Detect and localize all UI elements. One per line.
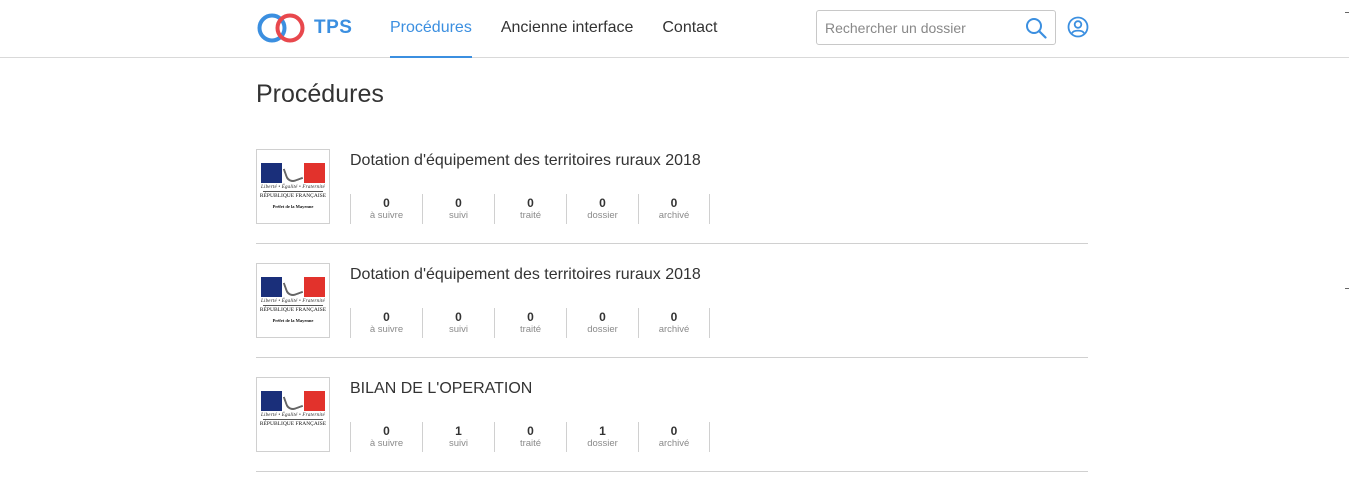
marianne-logo: Liberté • Égalité • Fraternité RÉPUBLIQU… bbox=[256, 377, 330, 452]
stat-label: archivé bbox=[658, 210, 690, 221]
stat-value: 0 bbox=[455, 196, 462, 210]
marianne-icon bbox=[261, 277, 325, 297]
search-box bbox=[816, 10, 1056, 45]
stat-label: dossier bbox=[587, 438, 618, 449]
procedure-item[interactable]: Liberté • Égalité • Fraternité RÉPUBLIQU… bbox=[256, 244, 1088, 358]
stat-label: archivé bbox=[658, 438, 690, 449]
stat-value: 0 bbox=[527, 424, 534, 438]
stat-dossier[interactable]: 0 dossier bbox=[566, 194, 638, 224]
logo-divider bbox=[263, 191, 323, 192]
logo-motto: Liberté • Égalité • Fraternité bbox=[261, 185, 325, 190]
stat-label: à suivre bbox=[369, 324, 404, 335]
top-header: TPS Procédures Ancienne interface Contac… bbox=[0, 0, 1349, 58]
stat-label: dossier bbox=[587, 210, 618, 221]
tps-logo-icon bbox=[257, 13, 305, 43]
stat-value: 0 bbox=[670, 196, 678, 210]
stat-label: traité bbox=[519, 210, 542, 221]
procedure-stats: 0à suivre 0 suivi 0 traité 0 dossier 0 archi… bbox=[350, 194, 710, 224]
brand-name: TPS bbox=[314, 17, 353, 38]
logo-divider bbox=[263, 305, 323, 306]
stat-archive[interactable]: 0 archivé bbox=[638, 422, 710, 452]
stat-a-suivre[interactable]: 0à suivre bbox=[350, 308, 422, 338]
logo-prefet: Préfet de la Mayenne bbox=[272, 318, 314, 323]
user-circle-icon[interactable] bbox=[1067, 16, 1089, 38]
stat-value: 0 bbox=[383, 424, 390, 438]
stat-label: à suivre bbox=[369, 438, 404, 449]
stat-suivi[interactable]: 0 suivi bbox=[422, 194, 494, 224]
marianne-logo: Liberté • Égalité • Fraternité RÉPUBLIQU… bbox=[256, 149, 330, 224]
logo-motto: Liberté • Égalité • Fraternité bbox=[261, 413, 325, 418]
procedure-title[interactable]: BILAN DE L'OPERATION bbox=[350, 380, 532, 398]
procedure-item[interactable]: Liberté • Égalité • Fraternité RÉPUBLIQU… bbox=[256, 130, 1088, 244]
stat-label: à suivre bbox=[369, 210, 404, 221]
marianne-logo: Liberté • Égalité • Fraternité RÉPUBLIQU… bbox=[256, 263, 330, 338]
stat-value: 1 bbox=[455, 424, 462, 438]
nav-item-contact[interactable]: Contact bbox=[662, 0, 717, 58]
procedure-list: Liberté • Égalité • Fraternité RÉPUBLIQU… bbox=[256, 130, 1088, 472]
marianne-icon bbox=[261, 163, 325, 183]
logo-republique: RÉPUBLIQUE FRANÇAISE bbox=[259, 307, 327, 313]
stat-value: 0 bbox=[383, 196, 390, 210]
procedure-item[interactable]: Liberté • Égalité • Fraternité RÉPUBLIQU… bbox=[256, 358, 1088, 472]
logo-republique: RÉPUBLIQUE FRANÇAISE bbox=[259, 421, 327, 427]
stat-archive[interactable]: 0 archivé bbox=[638, 308, 710, 338]
stat-dossier[interactable]: 0 dossier bbox=[566, 308, 638, 338]
stat-value: 0 bbox=[527, 310, 534, 324]
procedure-stats: 0à suivre 0 suivi 0 traité 0 dossier 0 archi… bbox=[350, 308, 710, 338]
marianne-icon bbox=[261, 391, 325, 411]
stat-label: traité bbox=[519, 324, 542, 335]
search-icon[interactable] bbox=[1025, 17, 1047, 39]
brand-logo[interactable]: TPS bbox=[256, 11, 352, 45]
stat-value: 0 bbox=[670, 310, 678, 324]
stat-a-suivre[interactable]: 0à suivre bbox=[350, 194, 422, 224]
stat-value: 0 bbox=[527, 196, 534, 210]
page-title: Procédures bbox=[256, 80, 384, 108]
stat-label: suivi bbox=[448, 438, 468, 449]
procedure-stats: 0à suivre 1 suivi 0 traité 1 dossier 0 archi… bbox=[350, 422, 710, 452]
search-input[interactable] bbox=[817, 11, 1017, 44]
stat-value: 1 bbox=[599, 424, 606, 438]
stat-suivi[interactable]: 0 suivi bbox=[422, 308, 494, 338]
stat-value: 0 bbox=[599, 196, 606, 210]
procedure-title[interactable]: Dotation d'équipement des territoires ru… bbox=[350, 266, 701, 284]
nav-item-ancienne-interface[interactable]: Ancienne interface bbox=[501, 0, 634, 58]
stat-label: traité bbox=[519, 438, 542, 449]
stat-traite[interactable]: 0 traité bbox=[494, 308, 566, 338]
procedure-title[interactable]: Dotation d'équipement des territoires ru… bbox=[350, 152, 701, 170]
nav-item-procedures[interactable]: Procédures bbox=[390, 0, 472, 58]
stat-traite[interactable]: 0 traité bbox=[494, 422, 566, 452]
stat-value: 0 bbox=[599, 310, 606, 324]
stat-a-suivre[interactable]: 0à suivre bbox=[350, 422, 422, 452]
logo-republique: RÉPUBLIQUE FRANÇAISE bbox=[259, 193, 327, 199]
stat-traite[interactable]: 0 traité bbox=[494, 194, 566, 224]
stat-value: 0 bbox=[670, 424, 678, 438]
scrollbar-mark bbox=[1345, 12, 1349, 13]
stat-value: 0 bbox=[383, 310, 390, 324]
stat-archive[interactable]: 0 archivé bbox=[638, 194, 710, 224]
scrollbar-mark bbox=[1345, 288, 1349, 289]
stat-label: suivi bbox=[448, 324, 468, 335]
stat-label: dossier bbox=[587, 324, 618, 335]
stat-value: 0 bbox=[455, 310, 462, 324]
logo-motto: Liberté • Égalité • Fraternité bbox=[261, 299, 325, 304]
stat-label: suivi bbox=[448, 210, 468, 221]
logo-prefet: Préfet de la Mayenne bbox=[272, 204, 314, 209]
stat-suivi[interactable]: 1 suivi bbox=[422, 422, 494, 452]
stat-dossier[interactable]: 1 dossier bbox=[566, 422, 638, 452]
main-nav: Procédures Ancienne interface Contact bbox=[390, 0, 747, 58]
stat-label: archivé bbox=[658, 324, 690, 335]
logo-divider bbox=[263, 419, 323, 420]
